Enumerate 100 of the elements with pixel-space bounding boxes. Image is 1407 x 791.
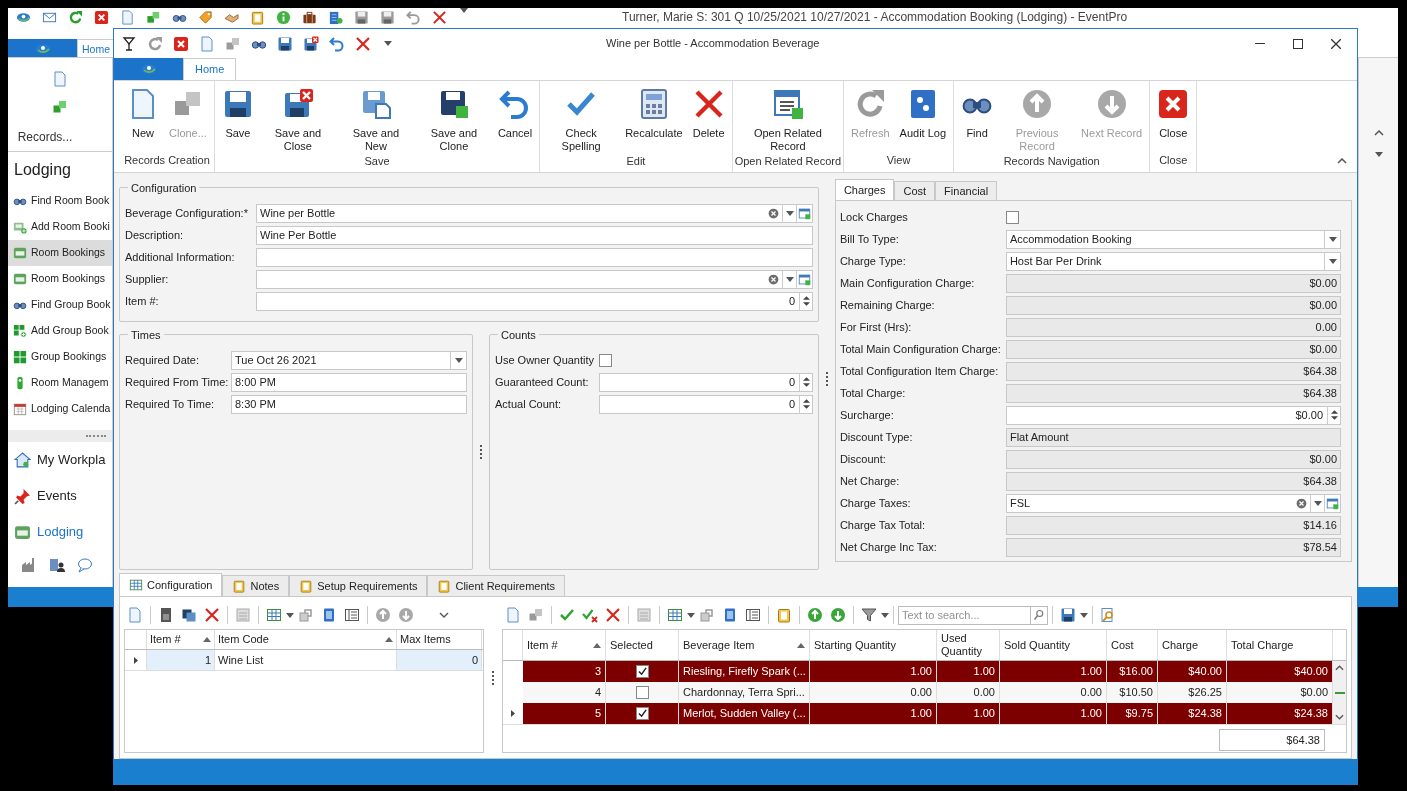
field-label: Main Configuration Charge: <box>839 275 976 291</box>
scroll-up-icon[interactable] <box>1335 665 1344 671</box>
input-field: $0.00 <box>1005 273 1341 293</box>
ribbon-button[interactable]: Save and New <box>336 87 415 153</box>
spin-up-icon[interactable] <box>1330 410 1338 414</box>
caret-icon <box>454 357 463 363</box>
field-label: Discount: <box>839 451 887 467</box>
checkbox[interactable] <box>599 353 612 367</box>
column-header[interactable]: Selected <box>606 630 679 660</box>
document-icon <box>119 9 135 25</box>
tab[interactable]: Financial <box>935 181 998 200</box>
chevron-icon[interactable] <box>439 612 449 618</box>
tab[interactable]: Charges <box>834 179 895 200</box>
checkbox[interactable] <box>1005 210 1019 224</box>
ribbon-button[interactable]: Recalculate <box>620 87 688 153</box>
list-icon <box>636 607 652 623</box>
scroll-down-icon[interactable] <box>1335 714 1344 720</box>
column-header[interactable]: Beverage Item <box>679 630 810 660</box>
clear-icon <box>767 206 780 220</box>
column-header[interactable]: Total Charge <box>1227 630 1333 660</box>
close-icon <box>355 35 371 52</box>
ribbon-button[interactable]: Save and Clone <box>414 87 493 153</box>
spin-up-icon[interactable] <box>802 377 810 382</box>
house-icon <box>14 451 31 469</box>
ribbon-button[interactable]: Save and Close <box>258 87 337 153</box>
ribbon-button[interactable]: Save <box>216 87 259 153</box>
search-button[interactable] <box>1031 605 1048 625</box>
nav-item[interactable]: My Workpla <box>8 442 112 478</box>
spin-up-icon[interactable] <box>802 296 810 300</box>
field-label: Use Owner Quantity <box>495 353 596 369</box>
input-field[interactable]: Wine Per Bottle <box>256 225 813 245</box>
tab[interactable]: Configuration <box>119 573 223 596</box>
tab[interactable]: Notes <box>222 575 290 596</box>
column-header[interactable]: Item # <box>523 630 606 660</box>
input-field[interactable]: 8:30 PM <box>231 394 467 414</box>
table-cell: $10.50 <box>1107 682 1158 703</box>
spin-down-icon[interactable] <box>802 405 810 410</box>
table-cell: 0.00 <box>1000 682 1107 703</box>
ribbon-button[interactable]: Check Spelling <box>542 87 621 153</box>
ribbon-button[interactable]: Open Related Record <box>748 87 827 153</box>
field-label: Supplier: <box>125 271 170 287</box>
lookup-field[interactable] <box>256 269 813 289</box>
column-header[interactable]: Item Code <box>215 630 397 649</box>
input-field: $0.00 <box>1005 339 1341 359</box>
ribbon-group-label: Records Creation <box>124 153 210 168</box>
sidebar-item[interactable]: Room Bookings <box>8 240 112 266</box>
list-icon <box>235 607 251 623</box>
table-cell: $40.00 <box>1227 661 1333 682</box>
ribbon-button[interactable]: Audit Log <box>894 87 952 152</box>
spin-field[interactable]: 0 <box>256 291 813 311</box>
ribbon-tab[interactable]: Home <box>183 58 237 80</box>
ribbon-button[interactable]: Close <box>1152 87 1195 152</box>
nav-item[interactable]: Events <box>8 478 112 514</box>
tab[interactable]: Client Requirements <box>427 575 566 596</box>
ribbon-button[interactable]: Cancel <box>492 87 538 153</box>
spin-down-icon[interactable] <box>1330 416 1338 420</box>
input-field[interactable]: 8:00 PM <box>231 372 467 392</box>
ribbon-button[interactable]: New <box>122 87 164 152</box>
caret-icon <box>1328 236 1337 242</box>
column-header[interactable]: Charge <box>1158 630 1227 660</box>
field-label: For First (Hrs): <box>839 319 913 335</box>
scrollbar[interactable] <box>1333 661 1346 724</box>
checkbox[interactable] <box>635 665 649 678</box>
field-label: Required To Time: <box>125 397 216 413</box>
input-field[interactable] <box>256 247 813 267</box>
field-label: Description: <box>125 227 185 243</box>
app-menu-button[interactable] <box>8 39 77 59</box>
spin-up-icon[interactable] <box>802 399 810 404</box>
close-icon <box>1331 38 1341 49</box>
field-label: Charge Tax Total: <box>839 517 927 533</box>
column-header[interactable]: Item # <box>147 630 215 649</box>
spin-field[interactable]: $0.00 <box>1005 405 1341 425</box>
nav-item[interactable]: Lodging <box>8 514 112 550</box>
column-header[interactable]: Used Quantity <box>937 630 1000 660</box>
table-cell: 1.00 <box>1000 661 1107 682</box>
dropdown-field[interactable]: Accommodation Booking <box>1005 229 1341 249</box>
checkbox[interactable] <box>635 707 649 720</box>
tab[interactable]: Cost <box>894 181 936 200</box>
search-field[interactable]: Text to search... <box>898 605 1031 625</box>
lookup-field[interactable]: FSL <box>1005 493 1341 513</box>
tab[interactable]: Setup Requirements <box>289 575 428 596</box>
spin-down-icon[interactable] <box>802 302 810 306</box>
column-header[interactable]: Starting Quantity <box>810 630 937 660</box>
dropdown-field[interactable]: Host Bar Per Drink <box>1005 251 1341 271</box>
dropdown-field[interactable]: Tue Oct 26 2021 <box>231 350 467 370</box>
spin-field[interactable]: 0 <box>599 372 813 392</box>
grid-icon <box>13 350 27 364</box>
spin-field[interactable]: 0 <box>599 394 813 414</box>
scroll-down-icon[interactable] <box>1374 152 1383 157</box>
ribbon-group-label: Open Related Record <box>734 154 842 169</box>
column-header[interactable]: Cost <box>1107 630 1158 660</box>
ribbon-button[interactable]: Find <box>956 87 999 153</box>
checkbox[interactable] <box>635 686 649 699</box>
ribbon-button[interactable]: Delete <box>687 87 730 153</box>
lookup-field[interactable]: Wine per Bottle <box>256 203 813 223</box>
column-header[interactable]: Max Items <box>397 630 482 649</box>
spin-down-icon[interactable] <box>802 383 810 388</box>
column-header[interactable]: Sold Quantity <box>1000 630 1107 660</box>
collapse-ribbon-icon[interactable] <box>1337 158 1347 164</box>
scroll-up-icon[interactable] <box>1373 130 1384 136</box>
